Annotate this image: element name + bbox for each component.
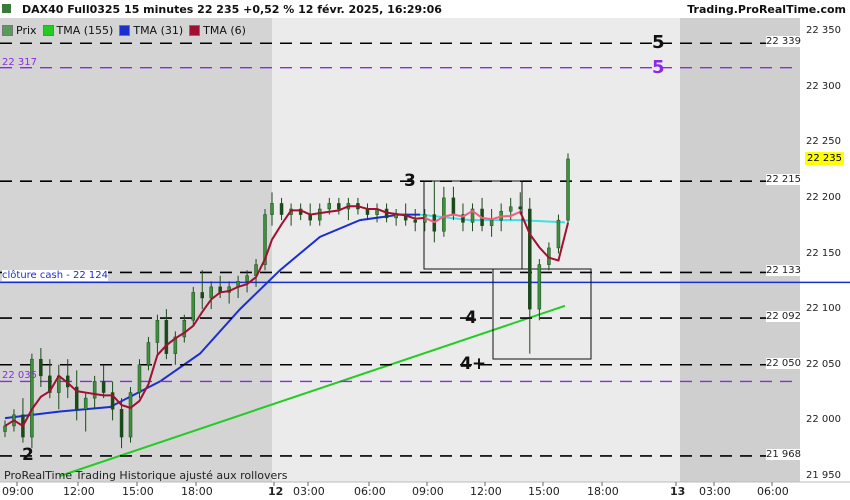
legend-item[interactable]: TMA (155) [42, 22, 114, 38]
candle-body [451, 197, 456, 215]
brand-label: Trading.ProRealTime.com [687, 3, 846, 16]
level-price-label: 21 968 [766, 448, 801, 460]
y-tick-label: 22 250 [806, 136, 841, 148]
y-tick-label: 22 300 [806, 80, 841, 92]
x-tick-label: 12:00 [470, 485, 502, 498]
legend-label: TMA (155) [56, 23, 114, 37]
level-price-label: 22 133 [766, 265, 801, 277]
x-tick-label: 09:00 [412, 485, 444, 498]
previous-day-shade [0, 18, 272, 482]
x-tick-label: 13 [670, 485, 686, 498]
candle-body [413, 219, 417, 223]
candle-body [489, 219, 494, 226]
candle-body [442, 197, 446, 232]
x-tick-label: 15:00 [528, 485, 560, 498]
candle-body [191, 292, 196, 321]
legend-swatch [119, 24, 131, 36]
candle-body [200, 292, 204, 299]
candle-body [337, 203, 341, 210]
level-marker: 5 [652, 32, 665, 54]
candle-body [556, 219, 561, 249]
legend-swatch [189, 24, 201, 36]
candle-body [119, 409, 124, 438]
legend-item[interactable]: TMA (6) [189, 22, 246, 38]
legend-label: Prix [16, 23, 37, 37]
candle-body [83, 397, 88, 410]
level-price-label: 22 317 [2, 56, 37, 68]
next-day-shade [680, 18, 800, 482]
y-tick-label: 22 200 [806, 191, 841, 203]
level-marker: 4+ [460, 354, 487, 375]
level-price-label: 22 050 [766, 357, 801, 369]
candle-body [245, 275, 249, 282]
candle-body [155, 320, 160, 343]
candle-body [317, 208, 322, 221]
chart-header: DAX40 Full0325 15 minutes 22 235 +0,52 %… [0, 0, 850, 18]
chart-canvas [0, 18, 850, 500]
candle-body [566, 158, 570, 221]
x-tick-label: 06:00 [354, 485, 386, 498]
candle-body [146, 342, 151, 365]
level-marker: 3 [404, 170, 416, 191]
candle-body [518, 206, 523, 210]
price-icon[interactable] [2, 4, 11, 13]
candle-body [537, 264, 542, 310]
candle-body [270, 203, 274, 215]
x-tick-label: 06:00 [757, 485, 789, 498]
candle-body [128, 392, 133, 438]
indicator-legend: Prix TMA (155) TMA (31) TMA (6) [2, 22, 246, 38]
y-tick-label: 22 000 [806, 414, 841, 426]
x-tick-label: 12:00 [63, 485, 95, 498]
level-marker: 4 [465, 307, 477, 328]
legend-item[interactable]: Prix [2, 22, 37, 38]
current-day-shade [272, 18, 680, 482]
x-tick-label: 03:00 [293, 485, 325, 498]
candle-body [92, 381, 97, 399]
y-tick-label: 22 150 [806, 247, 841, 259]
candle-body [279, 203, 284, 215]
legend-label: TMA (6) [203, 23, 246, 37]
legend-item[interactable]: TMA (31) [119, 22, 183, 38]
x-tick-label: 18:00 [181, 485, 213, 498]
candle-body [137, 364, 142, 393]
y-tick-label: 22 050 [806, 358, 841, 370]
chart-title: DAX40 Full0325 15 minutes 22 235 +0,52 %… [22, 3, 442, 16]
candle-body [508, 206, 513, 212]
level-price-label: 22 215 [766, 174, 801, 186]
legend-label: TMA (31) [133, 23, 184, 37]
x-tick-label: 09:00 [2, 485, 34, 498]
candle-body [101, 381, 106, 393]
candle-body [39, 358, 43, 377]
cash-close-label: clôture cash - 22 124 [2, 270, 109, 282]
level-price-label: 22 092 [766, 311, 801, 323]
y-tick-label: 22 100 [806, 303, 841, 315]
level-marker: 2 [22, 445, 34, 466]
x-tick-label: 18:00 [587, 485, 619, 498]
candle-body [164, 320, 169, 354]
candle-body [3, 425, 7, 432]
legend-swatch [2, 24, 13, 36]
level-price-label: 22 339 [766, 36, 801, 48]
x-tick-label: 03:00 [699, 485, 731, 498]
candle-body [327, 203, 332, 210]
footer-note: ProRealTime Trading Historique ajusté au… [4, 469, 288, 482]
level-marker: 5 [652, 56, 665, 78]
candle-body [209, 286, 213, 299]
y-tick-label: 22 350 [806, 25, 841, 36]
legend-swatch [42, 24, 54, 36]
y-tick-label: 21 950 [806, 470, 841, 481]
x-tick-label: 15:00 [122, 485, 154, 498]
last-price-label: 22 235 [805, 152, 844, 165]
candle-body [528, 208, 532, 310]
x-tick-label: 12 [268, 485, 284, 498]
level-price-label: 22 035 [2, 370, 37, 382]
